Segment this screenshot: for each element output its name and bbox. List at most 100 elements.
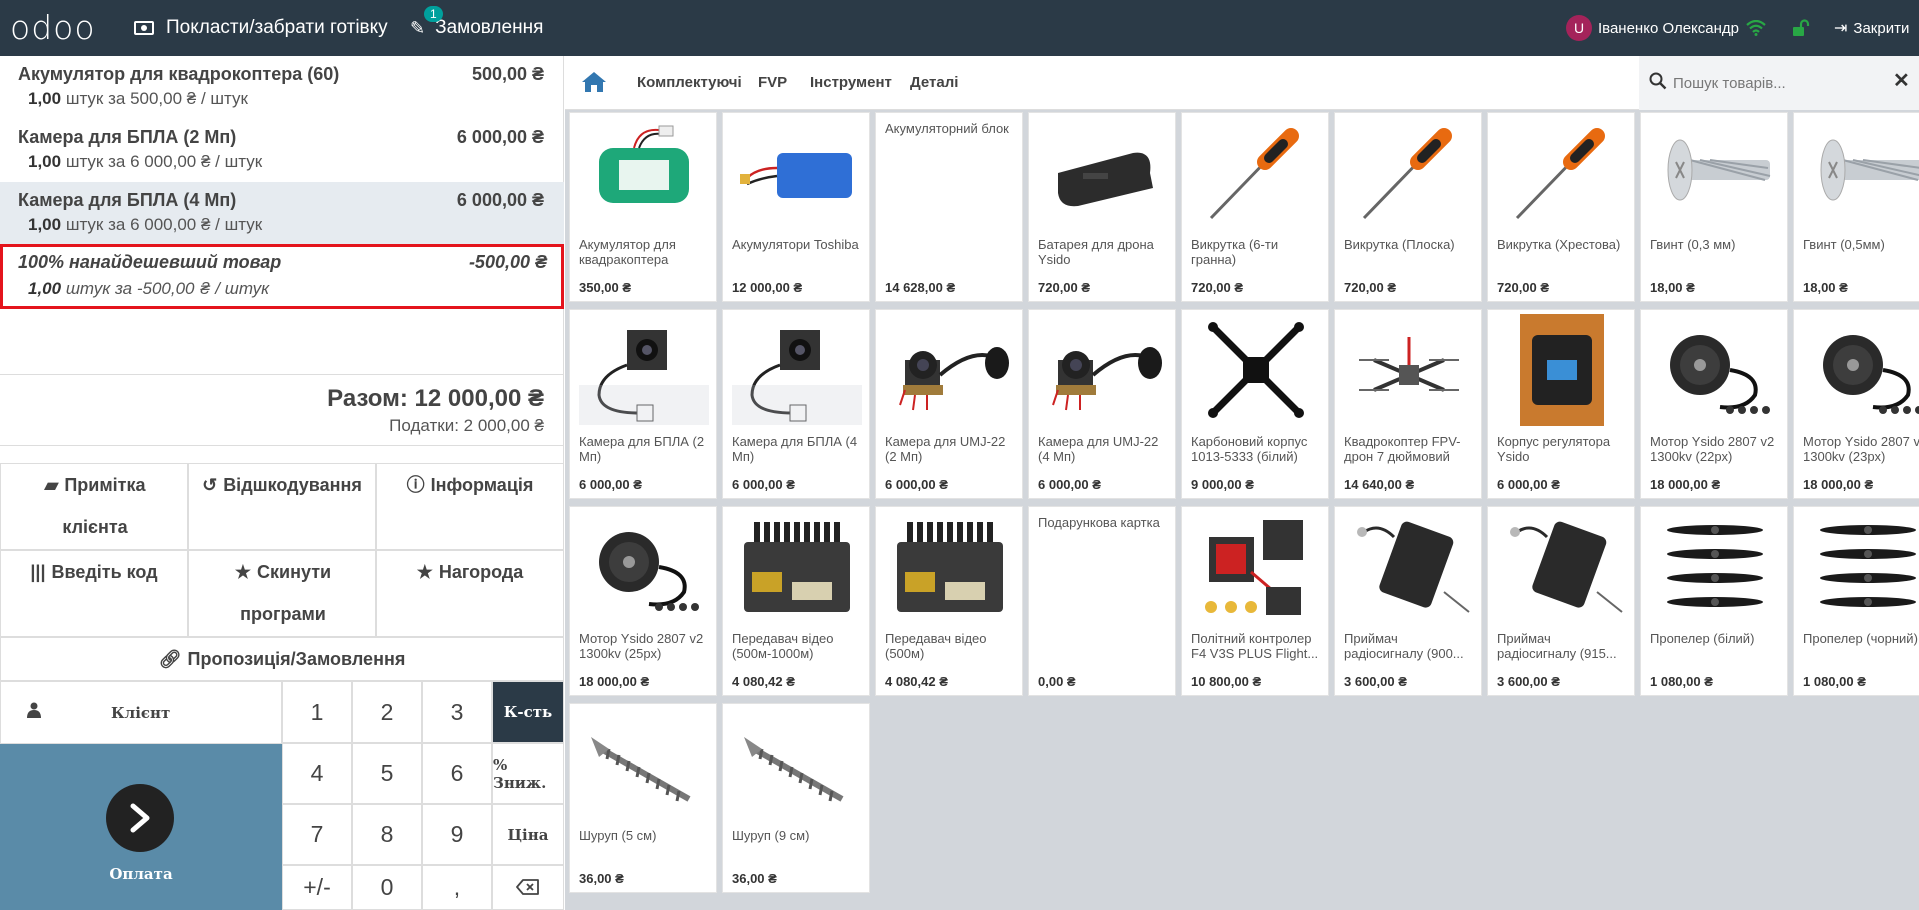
odoo-logo: odoo: [10, 8, 96, 47]
product-card[interactable]: Камера для UMJ-22 (2 Мп) 6 000,00 ₴: [875, 309, 1023, 499]
product-card[interactable]: Квадрокоптер FPV-дрон 7 дюймовий 14 640,0…: [1334, 309, 1482, 499]
set-customer-button[interactable]: Клієнт: [0, 681, 282, 744]
product-card[interactable]: Приймач радіосигналу (900... 3 600,00 ₴: [1334, 506, 1482, 696]
product-card[interactable]: Пропелер (білий) 1 080,00 ₴: [1640, 506, 1788, 696]
search-input[interactable]: [1673, 70, 1873, 96]
product-card[interactable]: Політний контролер F4 V3S PLUS Flight...…: [1181, 506, 1329, 696]
cash-in-out-button[interactable]: Покласти/забрати готівку: [134, 0, 388, 56]
product-price: 14 640,00 ₴: [1344, 477, 1415, 492]
product-name: Викрутка (Плоска): [1344, 237, 1455, 252]
product-card[interactable]: Акумулятор для квадракоптера 350,00 ₴: [569, 112, 717, 302]
product-card[interactable]: Батарея для дрона Ysido 720,00 ₴: [1028, 112, 1176, 302]
reset-label: Скинути: [257, 562, 332, 582]
customer-label: Клієнт: [111, 703, 171, 722]
product-image: [1029, 113, 1175, 233]
order-line-price: 6 000,00 ₴: [456, 190, 544, 210]
numpad-price-mode[interactable]: Ціна: [492, 804, 564, 865]
product-card[interactable]: Акумуляторний блок 14 628,00 ₴: [875, 112, 1023, 302]
product-card[interactable]: Пропелер (чорний) 1 080,00 ₴: [1793, 506, 1919, 696]
unlock-icon[interactable]: [1792, 0, 1810, 56]
order-line[interactable]: Камера для БПЛА (2 Мп) 6 000,00 ₴ 1,00 ш…: [0, 119, 564, 181]
info-icon: ⓘ: [406, 475, 425, 495]
numpad-3[interactable]: 3: [422, 681, 492, 743]
product-name: Мотор Ysido 2807 v2 1300kv (23px): [1803, 434, 1919, 464]
numpad-quantity-mode[interactable]: К-сть: [492, 681, 564, 743]
product-card[interactable]: Передавач відео (500м-1000м) 4 080,42 ₴: [722, 506, 870, 696]
customer-note-button[interactable]: ▰ Примітка клієнта: [0, 463, 188, 550]
order-line-price: 500,00 ₴: [471, 64, 544, 84]
product-image: [1182, 507, 1328, 627]
numpad-8[interactable]: 8: [352, 804, 422, 865]
reward-order-line[interactable]: 100% нанайдешевший товар -500,00 ₴ 1,00 …: [0, 244, 564, 309]
product-card[interactable]: Камера для UMJ-22 (4 Мп) 6 000,00 ₴: [1028, 309, 1176, 499]
orders-button[interactable]: ✎ 1 Замовлення: [410, 0, 543, 56]
product-price: 1 080,00 ₴: [1650, 674, 1713, 689]
numpad-decimal[interactable]: ,: [422, 865, 492, 910]
product-card[interactable]: Мотор Ysido 2807 v2 1300kv (22px) 18 000,…: [1640, 309, 1788, 499]
product-price: 0,00 ₴: [1038, 674, 1076, 689]
numpad-discount-mode[interactable]: % Зниж.: [492, 743, 564, 804]
payment-button[interactable]: Оплата: [0, 744, 282, 910]
product-name: Гвинт (0,3 мм): [1650, 237, 1736, 252]
product-card[interactable]: Гвинт (0,3 мм) 18,00 ₴: [1640, 112, 1788, 302]
category-components[interactable]: Комплектуючі: [637, 74, 742, 91]
sign-out-icon: ⇥: [1834, 20, 1848, 37]
product-card[interactable]: Карбоновий корпус 1013-5333 (білий) 9 000…: [1181, 309, 1329, 499]
product-card[interactable]: Акумулятори Toshiba 12 000,00 ₴: [722, 112, 870, 302]
order-total: Разом: 12 000,00 ₴: [327, 385, 544, 412]
order-line-price: 6 000,00 ₴: [456, 127, 544, 147]
numpad-backspace[interactable]: [492, 865, 564, 910]
quotation-order-button[interactable]: 🔗︎ Пропозиція/Замовлення: [0, 637, 564, 681]
product-name: Акумулятори Toshiba: [732, 237, 859, 252]
product-card[interactable]: Корпус регулятора Ysido 6 000,00 ₴: [1487, 309, 1635, 499]
product-card[interactable]: Гвинт (0,5мм) 18,00 ₴: [1793, 112, 1919, 302]
category-tools[interactable]: Інструмент: [810, 74, 892, 91]
info-button[interactable]: ⓘ Інформація: [376, 463, 564, 550]
numpad-6[interactable]: 6: [422, 743, 492, 804]
wifi-icon[interactable]: [1746, 0, 1766, 56]
product-price: 4 080,42 ₴: [885, 674, 948, 689]
enter-code-button[interactable]: ||| Введіть код: [0, 550, 188, 637]
category-parts[interactable]: Деталі: [910, 74, 958, 91]
product-card[interactable]: Викрутка (6-ти гранна) 720,00 ₴: [1181, 112, 1329, 302]
product-image: [570, 704, 716, 824]
numpad-7[interactable]: 7: [282, 804, 352, 865]
reward-button[interactable]: ★ Нагорода: [376, 550, 564, 637]
category-bar: Комплектуючі FVP Інструмент Деталі ✕: [565, 56, 1919, 110]
numpad-5[interactable]: 5: [352, 743, 422, 804]
product-card[interactable]: Шуруп (5 см) 36,00 ₴: [569, 703, 717, 893]
home-icon[interactable]: [581, 70, 607, 99]
numpad-2[interactable]: 2: [352, 681, 422, 743]
product-card[interactable]: Передавач відео (500м) 4 080,42 ₴: [875, 506, 1023, 696]
refund-button[interactable]: ↺ Відшкодування: [188, 463, 376, 550]
product-name: Карбоновий корпус 1013-5333 (білий): [1191, 434, 1308, 464]
numpad-plus-minus[interactable]: +/-: [282, 865, 352, 910]
product-price: 9 000,00 ₴: [1191, 477, 1254, 492]
cashier-button[interactable]: U Іваненко Олександр: [1566, 0, 1739, 56]
numpad-1[interactable]: 1: [282, 681, 352, 743]
order-line[interactable]: Акумулятор для квадрокоптера (60) 500,00…: [0, 56, 564, 118]
numpad-9[interactable]: 9: [422, 804, 492, 865]
product-card[interactable]: Викрутка (Хрестова) 720,00 ₴: [1487, 112, 1635, 302]
product-card[interactable]: Приймач радіосигналу (915... 3 600,00 ₴: [1487, 506, 1635, 696]
order-line-selected[interactable]: Камера для БПЛА (4 Мп) 6 000,00 ₴ 1,00 ш…: [0, 182, 564, 244]
product-card[interactable]: Камера для БПЛА (2 Мп) 6 000,00 ₴: [569, 309, 717, 499]
close-icon[interactable]: ✕: [1893, 68, 1910, 93]
product-name: Подарункова картка: [1038, 515, 1160, 530]
category-fvp[interactable]: FVP: [758, 74, 787, 91]
reset-programs-button[interactable]: ★ Скинути програми: [188, 550, 376, 637]
product-card[interactable]: Камера для БПЛА (4 Мп) 6 000,00 ₴: [722, 309, 870, 499]
order-line-unit: штук за -500,00 ₴ / штук: [61, 279, 270, 298]
product-card[interactable]: Мотор Ysido 2807 v2 1300kv (23px) 18 000,…: [1793, 309, 1919, 499]
product-card[interactable]: Викрутка (Плоска) 720,00 ₴: [1334, 112, 1482, 302]
product-card[interactable]: Мотор Ysido 2807 v2 1300kv (25px) 18 000,…: [569, 506, 717, 696]
numpad-0[interactable]: 0: [352, 865, 422, 910]
numpad-4[interactable]: 4: [282, 743, 352, 804]
product-name: Гвинт (0,5мм): [1803, 237, 1885, 252]
product-price: 3 600,00 ₴: [1497, 674, 1560, 689]
close-session-button[interactable]: ⇥ Закрити: [1834, 0, 1909, 56]
product-price: 14 628,00 ₴: [885, 280, 956, 295]
product-card[interactable]: Шуруп (9 см) 36,00 ₴: [722, 703, 870, 893]
product-card[interactable]: Подарункова картка 0,00 ₴: [1028, 506, 1176, 696]
reset-label-line2: програми: [240, 604, 326, 624]
